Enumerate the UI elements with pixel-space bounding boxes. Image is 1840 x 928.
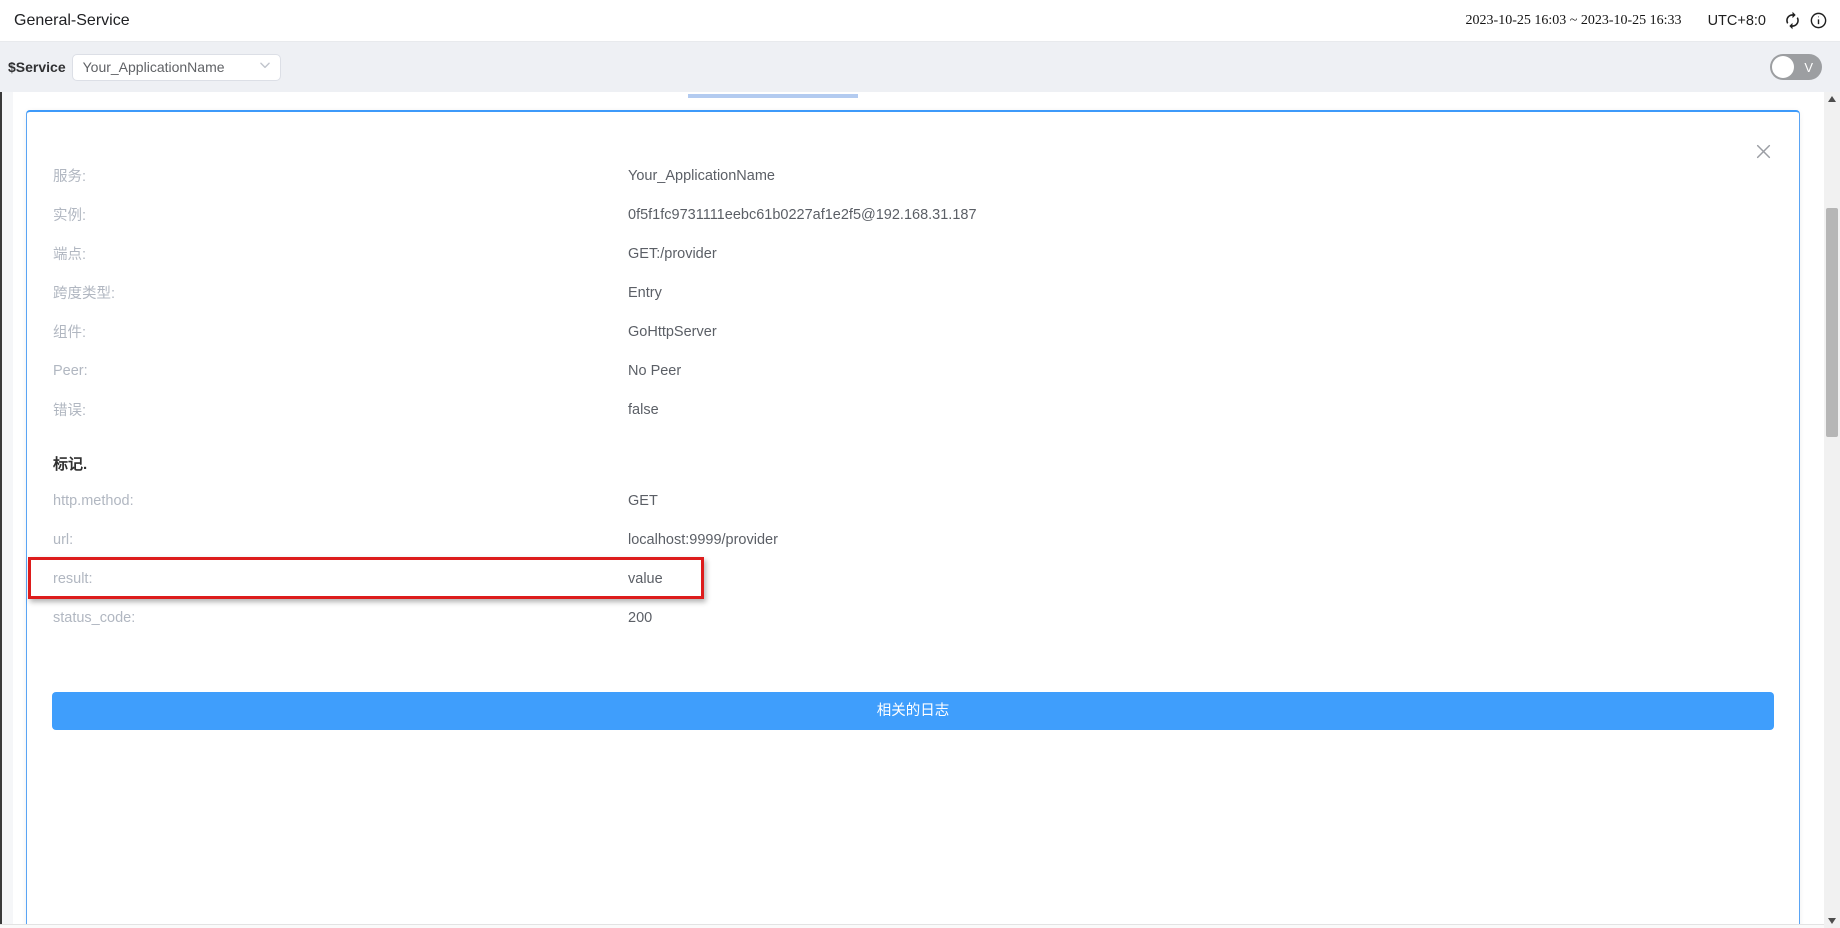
field-value: Entry: [628, 285, 662, 301]
field-label: 跨度类型:: [53, 282, 628, 303]
service-selector-label: $Service: [8, 59, 66, 75]
field-row-service: 服务: Your_ApplicationName: [27, 156, 1799, 195]
detail-fields: 服务: Your_ApplicationName 实例: 0f5f1fc9731…: [27, 156, 1799, 429]
vertical-scrollbar[interactable]: [1824, 92, 1840, 928]
tag-row-url: url: localhost:9999/provider: [27, 520, 1799, 559]
tag-label: url:: [53, 532, 628, 548]
field-label: 实例:: [53, 204, 628, 225]
tag-label: http.method:: [53, 493, 628, 509]
trace-span-bar: [688, 94, 858, 98]
tag-label: status_code:: [53, 610, 628, 626]
chevron-down-icon: [258, 58, 272, 77]
field-value: Your_ApplicationName: [628, 168, 775, 184]
info-icon[interactable]: [1808, 11, 1828, 31]
service-select[interactable]: Your_ApplicationName: [72, 54, 281, 81]
header-right: 2023-10-25 16:03 ~ 2023-10-25 16:33 UTC+…: [1466, 11, 1828, 31]
toggle-label: V: [1804, 60, 1813, 75]
field-label: 服务:: [53, 165, 628, 186]
version-toggle[interactable]: V: [1770, 54, 1822, 80]
refresh-icon[interactable]: [1782, 11, 1802, 31]
scrollbar-up-arrow[interactable]: [1824, 92, 1840, 106]
main-content: 服务: Your_ApplicationName 实例: 0f5f1fc9731…: [0, 92, 1840, 925]
tag-value: value: [628, 571, 663, 587]
field-value: GET:/provider: [628, 246, 717, 262]
app-header: General-Service 2023-10-25 16:03 ~ 2023-…: [0, 0, 1840, 42]
tags-section-title: 标记.: [27, 445, 1799, 481]
field-label: 组件:: [53, 321, 628, 342]
field-value: false: [628, 402, 659, 418]
tag-row-status-code: status_code: 200: [27, 598, 1799, 637]
scrollbar-thumb[interactable]: [1826, 208, 1838, 437]
field-row-span-type: 跨度类型: Entry: [27, 273, 1799, 312]
field-row-component: 组件: GoHttpServer: [27, 312, 1799, 351]
page-title: General-Service: [14, 12, 130, 30]
field-label: 端点:: [53, 243, 628, 264]
service-select-value: Your_ApplicationName: [83, 59, 225, 75]
field-label: 错误:: [53, 399, 628, 420]
tag-label: result:: [53, 571, 628, 587]
related-logs-button[interactable]: 相关的日志: [52, 692, 1774, 730]
field-value: 0f5f1fc9731111eebc61b0227af1e2f5@192.168…: [628, 207, 977, 223]
tag-value: GET: [628, 493, 658, 509]
tag-rows: http.method: GET url: localhost:9999/pro…: [27, 481, 1799, 637]
span-detail-dialog: 服务: Your_ApplicationName 实例: 0f5f1fc9731…: [26, 110, 1800, 925]
field-row-peer: Peer: No Peer: [27, 351, 1799, 390]
panel-left-edge: [0, 92, 2, 924]
tag-row-result: result: value: [27, 559, 1799, 598]
left-gutter: [2, 92, 13, 924]
time-range[interactable]: 2023-10-25 16:03 ~ 2023-10-25 16:33: [1466, 13, 1682, 29]
field-row-error: 错误: false: [27, 390, 1799, 429]
field-row-endpoint: 端点: GET:/provider: [27, 234, 1799, 273]
tag-row-http-method: http.method: GET: [27, 481, 1799, 520]
timezone-label[interactable]: UTC+8:0: [1708, 13, 1766, 29]
tag-value: 200: [628, 610, 652, 626]
field-value: GoHttpServer: [628, 324, 717, 340]
field-row-instance: 实例: 0f5f1fc9731111eebc61b0227af1e2f5@192…: [27, 195, 1799, 234]
scrollbar-down-arrow[interactable]: [1824, 914, 1840, 928]
tag-value: localhost:9999/provider: [628, 532, 778, 548]
toggle-knob: [1772, 56, 1794, 78]
field-label: Peer:: [53, 363, 628, 379]
filter-toolbar: $Service Your_ApplicationName V: [0, 42, 1840, 92]
field-value: No Peer: [628, 363, 681, 379]
